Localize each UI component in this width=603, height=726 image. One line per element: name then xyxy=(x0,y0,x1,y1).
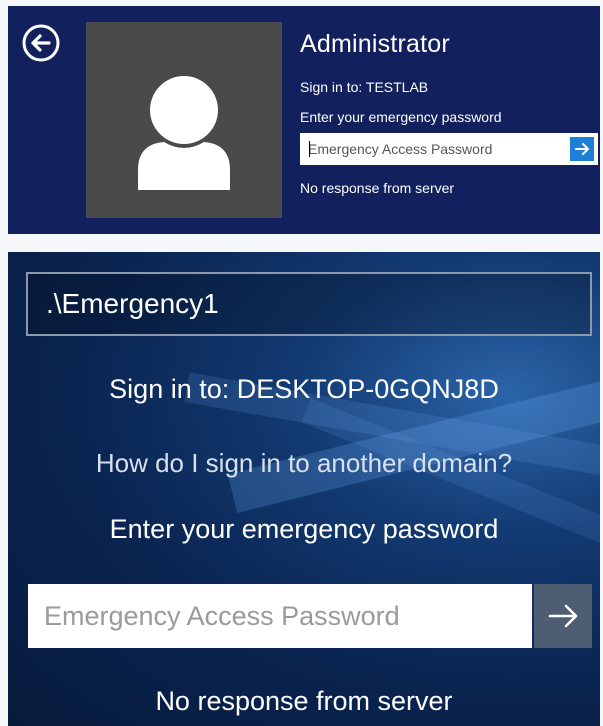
submit-button[interactable] xyxy=(570,137,594,161)
text-caret xyxy=(309,141,310,157)
user-silhouette-icon xyxy=(138,76,230,190)
submit-button[interactable] xyxy=(534,584,592,648)
back-button[interactable] xyxy=(22,24,60,62)
windows10-signin-panel: .\Emergency1 Sign in to: DESKTOP-0GQNJ8D… xyxy=(8,252,600,726)
circled-back-arrow-icon xyxy=(22,24,60,62)
status-message: No response from server xyxy=(155,686,453,716)
status-message: No response from server xyxy=(300,180,455,196)
password-field-container xyxy=(300,133,598,165)
other-domain-link[interactable]: How do I sign in to another domain? xyxy=(8,448,600,479)
avatar xyxy=(86,22,282,218)
username-field[interactable]: .\Emergency1 xyxy=(26,272,592,336)
password-field-container xyxy=(28,584,592,648)
windows8-signin-panel: Administrator Sign in to: TESTLAB Enter … xyxy=(8,6,600,234)
password-input[interactable] xyxy=(300,133,568,165)
emergency-password-prompt: Enter your emergency password xyxy=(109,514,499,544)
arrow-right-icon xyxy=(548,604,578,628)
username-label: Administrator xyxy=(300,30,450,58)
sign-in-domain-label: Sign in to: TESTLAB xyxy=(300,79,429,95)
password-input[interactable] xyxy=(28,584,532,648)
emergency-password-prompt: Enter your emergency password xyxy=(300,109,502,125)
username-value: .\Emergency1 xyxy=(46,288,219,319)
arrow-right-icon xyxy=(575,143,589,155)
sign-in-domain-label: Sign in to: DESKTOP-0GQNJ8D xyxy=(109,374,499,404)
